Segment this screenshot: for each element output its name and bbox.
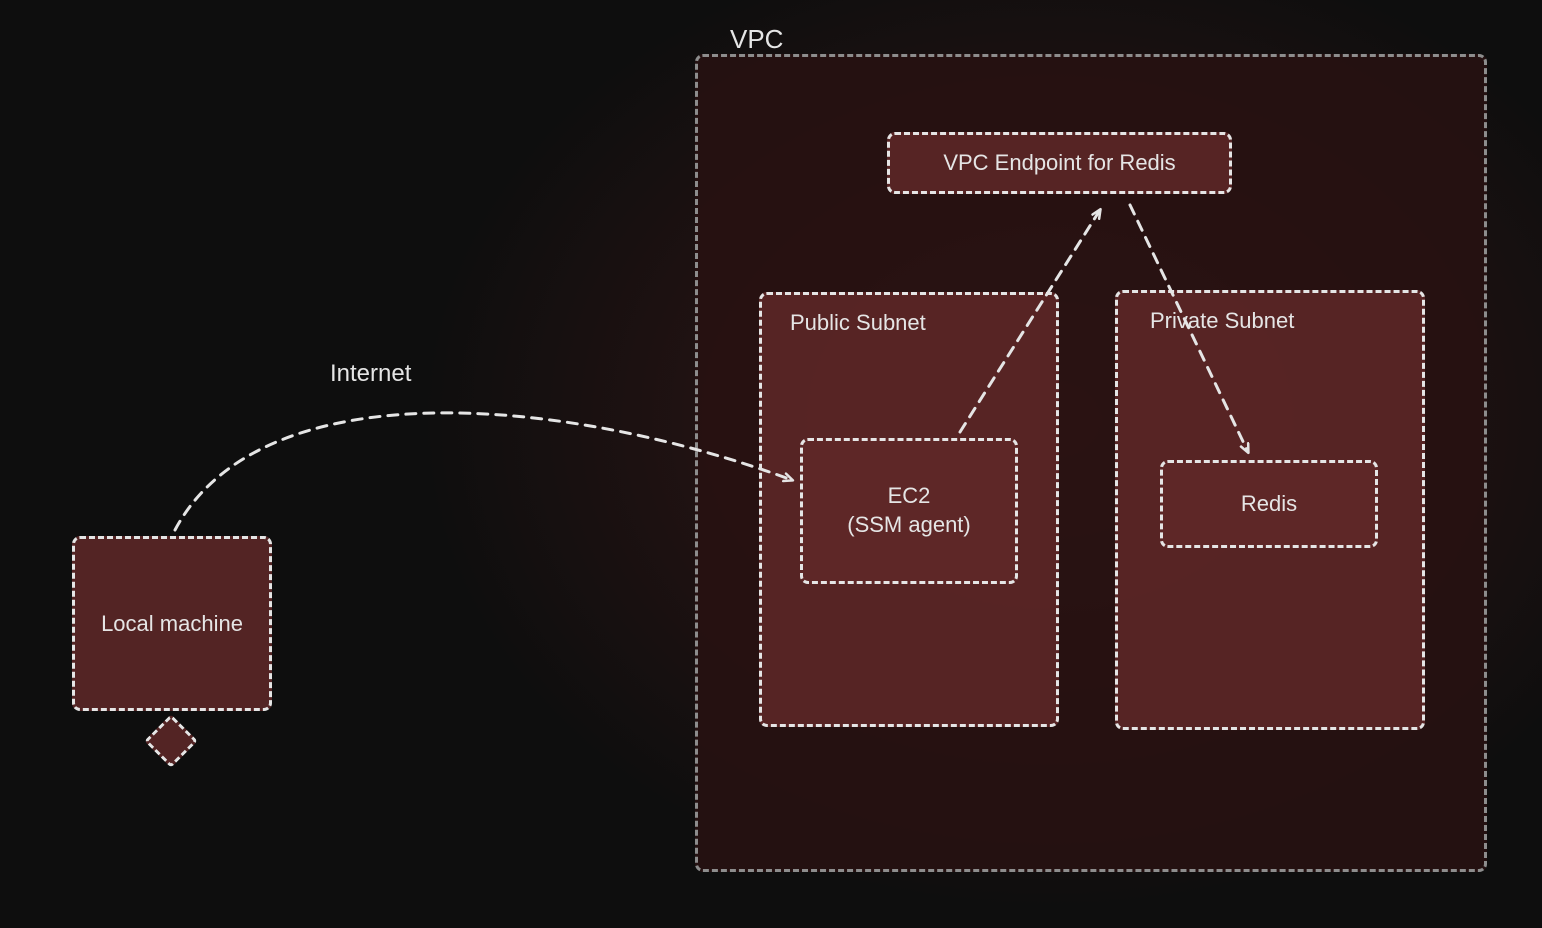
local-machine-diamond-icon [144, 714, 198, 768]
local-machine-label: Local machine [101, 611, 243, 637]
redis-label: Redis [1241, 491, 1297, 517]
vpc-endpoint-box: VPC Endpoint for Redis [887, 132, 1232, 194]
vpc-endpoint-label: VPC Endpoint for Redis [943, 150, 1175, 176]
ec2-label: EC2 (SSM agent) [847, 482, 971, 539]
vpc-label: VPC [730, 24, 783, 55]
ec2-box: EC2 (SSM agent) [800, 438, 1018, 584]
public-subnet-label: Public Subnet [790, 310, 926, 336]
private-subnet-label: Private Subnet [1150, 308, 1294, 334]
redis-box: Redis [1160, 460, 1378, 548]
local-machine-box: Local machine [72, 536, 272, 711]
internet-label: Internet [330, 360, 411, 388]
diagram-canvas: VPC VPC Endpoint for Redis Public Subnet… [0, 0, 1542, 928]
